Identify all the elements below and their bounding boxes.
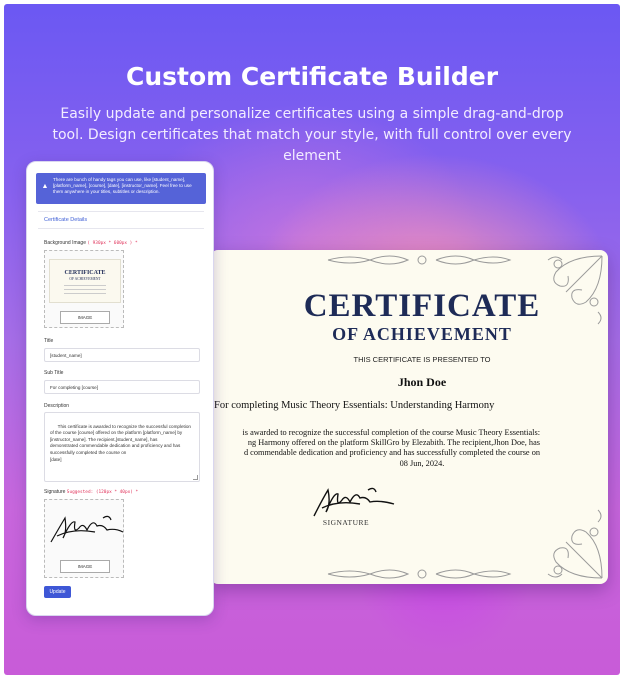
hero-subtitle: Easily update and personalize certificat… — [52, 106, 572, 164]
description-text: This certificate is awarded to recognize… — [50, 423, 191, 462]
title-input[interactable]: [student_name] — [44, 348, 200, 362]
thumbnail-subtitle: OF ACHIEVEMENT — [69, 277, 101, 281]
certificate-signature-label: SIGNATURE — [322, 518, 370, 527]
background-image-hint: ( 930px * 600px ) * — [87, 241, 138, 246]
tags-notice: ▲ There are bunch of handy tags you can … — [36, 173, 206, 204]
description-label: Description — [44, 403, 70, 409]
warning-icon: ▲ — [41, 183, 49, 190]
tags-notice-text: There are bunch of handy tags you can us… — [53, 177, 192, 194]
promo-background: Custom Certificate Builder Easily update… — [4, 4, 620, 675]
certificate-title: CERTIFICATE — [303, 288, 541, 324]
certificate-description: is awarded to recognize the successful c… — [242, 428, 540, 458]
thumbnail-line — [64, 285, 106, 286]
certificate-signature-graphic — [313, 487, 395, 517]
signature-label-text: Signature — [44, 489, 66, 495]
certificate-recipient-name: Jhon Doe — [397, 375, 447, 389]
thumbnail-line — [64, 293, 106, 294]
hero-title: Custom Certificate Builder — [125, 62, 499, 91]
signature-hint: Suggested: (120px * 40px) * — [66, 490, 139, 495]
signature-upload[interactable]: IMAGE — [44, 499, 124, 578]
certificate-form-panel: ▲ There are bunch of handy tags you can … — [26, 161, 214, 616]
certificate-course-line: For completing Music Theory Essentials: … — [214, 400, 495, 411]
certificate-preview: CERTIFICATE OF ACHIEVEMENT THIS CERTIFIC… — [210, 250, 608, 584]
background-image-upload[interactable]: CERTIFICATE OF ACHIEVEMENT IMAGE — [44, 250, 124, 328]
divider — [38, 228, 204, 229]
thumbnail-title: CERTIFICATE — [64, 270, 106, 276]
subtitle-label: Sub Title — [44, 370, 64, 376]
title-label: Title — [44, 338, 54, 344]
signature-label: Signature Suggested: (120px * 40px) * — [44, 489, 138, 495]
signature-thumbnail-icon — [50, 515, 124, 543]
background-image-label: Background Image ( 930px * 600px ) * — [44, 240, 138, 246]
description-textarea[interactable]: This certificate is awarded to recognize… — [44, 412, 200, 482]
corner-ornament-bottom-right — [547, 509, 603, 579]
certificate-subtitle: OF ACHIEVEMENT — [332, 324, 512, 344]
background-image-thumbnail: CERTIFICATE OF ACHIEVEMENT — [49, 259, 121, 303]
subtitle-input[interactable]: For completing [course] — [44, 380, 200, 394]
certificate-presented-to: THIS CERTIFICATE IS PRESENTED TO — [353, 355, 491, 364]
divider — [38, 211, 204, 212]
certificate-date: 08 Jun, 2024. — [399, 459, 445, 468]
section-title: Certificate Details — [44, 217, 88, 223]
signature-image-button[interactable]: IMAGE — [60, 560, 110, 573]
background-image-button[interactable]: IMAGE — [60, 311, 110, 324]
thumbnail-line — [64, 289, 106, 290]
update-button[interactable]: Update — [44, 586, 71, 598]
resize-handle-icon[interactable] — [193, 475, 198, 480]
background-image-label-text: Background Image — [44, 240, 86, 246]
